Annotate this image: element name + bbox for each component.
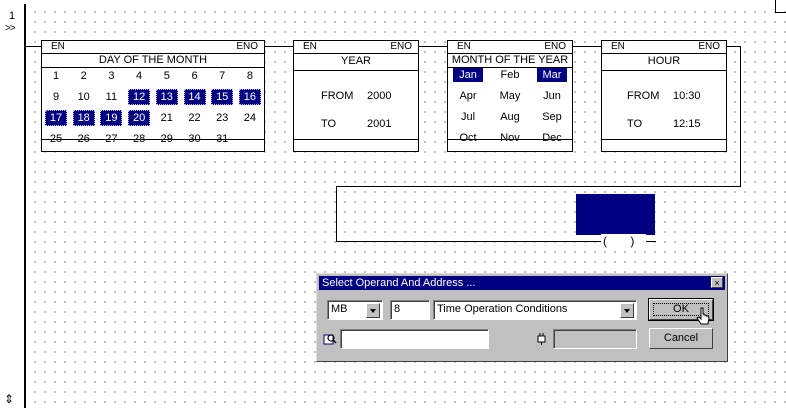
day-cell[interactable]: 14 <box>183 89 206 105</box>
address-input[interactable]: 8 <box>390 300 430 320</box>
top-right-corner-mark <box>775 0 786 13</box>
block-title: YEAR <box>341 55 371 67</box>
month-cell[interactable]: Sep <box>537 110 567 124</box>
wire-down-right <box>740 46 741 187</box>
day-cell[interactable]: 12 <box>128 89 151 105</box>
rung-gutter: 1 >> ⇕ <box>0 0 24 408</box>
block-title: MONTH OF THE YEAR <box>451 54 569 66</box>
coil-symbol[interactable]: ( ) <box>601 234 647 248</box>
year-to-value[interactable]: 2001 <box>367 118 391 130</box>
day-cell[interactable]: 6 <box>184 68 206 84</box>
rung-expand-marker[interactable]: >> <box>5 23 16 34</box>
wire-down-left <box>336 186 337 241</box>
eno-pin: ENO <box>236 41 258 52</box>
month-cell[interactable]: May <box>495 89 525 103</box>
search-input[interactable] <box>340 329 489 349</box>
wire-block3-to-block4 <box>572 46 602 47</box>
day-of-month-block[interactable]: EN ENO DAY OF THE MONTH 1 2 3 4 5 6 7 8 9 10 11 12 1… <box>41 40 265 152</box>
operand-type-select[interactable]: MB <box>327 300 383 320</box>
eno-pin: ENO <box>544 41 566 52</box>
day-cell[interactable]: 19 <box>100 110 123 126</box>
cancel-button[interactable]: Cancel <box>649 328 713 349</box>
coil-operand-highlight[interactable] <box>576 194 655 235</box>
hour-block[interactable]: EN ENO HOUR FROM 10:30 TO 12:15 <box>601 40 727 152</box>
mouse-pointer-icon <box>696 307 710 325</box>
day-cell[interactable]: 18 <box>72 110 95 126</box>
address-value: 8 <box>394 303 401 315</box>
day-cell[interactable]: 4 <box>128 68 150 84</box>
day-cell[interactable]: 9 <box>45 89 67 105</box>
month-cell[interactable]: Feb <box>495 68 525 82</box>
dialog-title: Select Operand And Address ... <box>322 277 476 289</box>
day-cell[interactable]: 8 <box>239 68 261 84</box>
left-power-rail <box>24 4 26 408</box>
year-from-label: FROM <box>321 90 354 102</box>
day-cell[interactable]: 16 <box>238 89 261 105</box>
month-cell[interactable]: Apr <box>453 89 483 103</box>
year-block[interactable]: EN ENO YEAR FROM 2000 TO 2001 <box>293 40 419 152</box>
wire-block4-out <box>726 46 741 47</box>
eno-pin: ENO <box>698 41 720 52</box>
chevron-down-icon[interactable] <box>620 303 634 318</box>
hour-to-label: TO <box>627 118 643 130</box>
block-title: DAY OF THE MONTH <box>98 54 208 66</box>
month-cell[interactable]: Dec <box>537 131 567 145</box>
day-cell[interactable]: 2 <box>73 68 95 84</box>
month-cell[interactable]: Jul <box>453 110 483 124</box>
en-pin: EN <box>457 41 471 52</box>
en-pin: EN <box>51 41 65 52</box>
day-cell[interactable]: 17 <box>45 110 67 126</box>
month-cell[interactable]: Mar <box>537 68 567 82</box>
day-cell[interactable]: 1 <box>45 68 67 84</box>
day-cell[interactable]: 10 <box>73 89 95 105</box>
month-cell[interactable]: Oct <box>453 131 483 145</box>
day-cell[interactable]: 24 <box>239 110 261 126</box>
eno-pin: ENO <box>390 41 412 52</box>
hour-from-label: FROM <box>627 90 660 102</box>
month-cell[interactable]: Jan <box>453 68 483 82</box>
month-cell[interactable]: Nov <box>495 131 525 145</box>
month-cell[interactable]: Aug <box>495 110 525 124</box>
scroll-arrows-icon[interactable]: ⇕ <box>4 392 14 406</box>
hour-from-value[interactable]: 10:30 <box>673 90 701 102</box>
day-cell[interactable]: 3 <box>100 68 122 84</box>
day-cell[interactable]: 23 <box>211 110 233 126</box>
wire-block2-to-block3 <box>418 46 448 47</box>
wire-rail-to-block1 <box>26 46 42 47</box>
wire-block1-to-block2 <box>264 46 294 47</box>
symbol-field <box>553 329 637 349</box>
day-cell[interactable]: 13 <box>155 89 178 105</box>
operand-type-value: MB <box>331 303 348 315</box>
day-cell[interactable]: 5 <box>156 68 178 84</box>
cancel-label: Cancel <box>663 332 699 344</box>
rung-number: 1 <box>9 10 16 22</box>
chevron-down-icon[interactable] <box>366 303 380 318</box>
block-title: HOUR <box>647 55 681 67</box>
wire-across <box>336 186 741 187</box>
day-cell[interactable]: 7 <box>211 68 233 84</box>
day-cell[interactable]: 11 <box>100 89 122 105</box>
year-from-value[interactable]: 2000 <box>367 90 391 102</box>
search-icon[interactable] <box>323 332 337 346</box>
description-value: Time Operation Conditions <box>437 303 568 315</box>
year-to-label: TO <box>321 118 337 130</box>
select-operand-dialog: Select Operand And Address ... × MB 8 Ti… <box>316 273 728 362</box>
month-of-year-block[interactable]: EN ENO MONTH OF THE YEAR Jan Feb Mar Apr May… <box>447 40 573 152</box>
close-icon[interactable]: × <box>711 277 723 288</box>
day-cell[interactable]: 20 <box>128 110 151 126</box>
day-cell[interactable]: 15 <box>211 89 234 105</box>
dialog-title-bar[interactable]: Select Operand And Address ... × <box>319 276 725 290</box>
hour-to-value[interactable]: 12:15 <box>673 118 701 130</box>
month-cell[interactable]: Jun <box>537 89 567 103</box>
day-cell[interactable]: 22 <box>184 110 206 126</box>
en-pin: EN <box>303 41 317 52</box>
en-pin: EN <box>611 41 625 52</box>
description-select[interactable]: Time Operation Conditions <box>433 300 637 320</box>
plug-icon <box>535 332 549 346</box>
day-cell[interactable]: 21 <box>156 110 178 126</box>
